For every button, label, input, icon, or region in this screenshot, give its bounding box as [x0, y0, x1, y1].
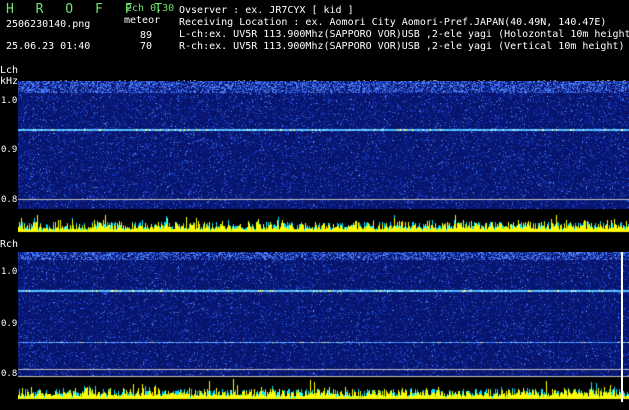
- rch-label: Rch: [0, 239, 19, 250]
- khz-label: kHz: [0, 76, 19, 87]
- rch-spectrogram: [18, 252, 629, 400]
- lch-tick-2: 0.9: [1, 145, 18, 155]
- rch-count: 70: [140, 41, 153, 52]
- lch-tick-1: 1.0: [1, 96, 18, 106]
- lch-tick-3: 0.8: [1, 195, 18, 205]
- rch-tick-1: 1.0: [1, 267, 18, 277]
- time-cursor: [621, 252, 623, 402]
- rch-tick-2: 0.9: [1, 319, 18, 329]
- lch-info: L-ch:ex. UV5R 113.900Mhz(SAPPORO VOR)USB…: [179, 29, 629, 40]
- rch-tick-3: 0.8: [1, 369, 18, 379]
- lch-count: 89: [140, 30, 153, 41]
- file-name: 2506230140.png: [6, 19, 91, 30]
- location-info: Receiving Location : ex. Aomori City Aom…: [179, 17, 607, 28]
- timestamp: 25.06.23 01:40: [6, 41, 91, 52]
- observer-info: Ovserver : ex. JR7CYX [ kid ]: [179, 5, 354, 16]
- rch-info: R-ch:ex. UV5R 113.900Mhz(SAPPORO VOR)USB…: [179, 41, 625, 52]
- mode-label: meteor: [124, 15, 161, 26]
- lch-label: Lch: [0, 65, 19, 76]
- version-label: 2ch 0.30: [126, 3, 175, 14]
- lch-spectrogram: [18, 81, 629, 233]
